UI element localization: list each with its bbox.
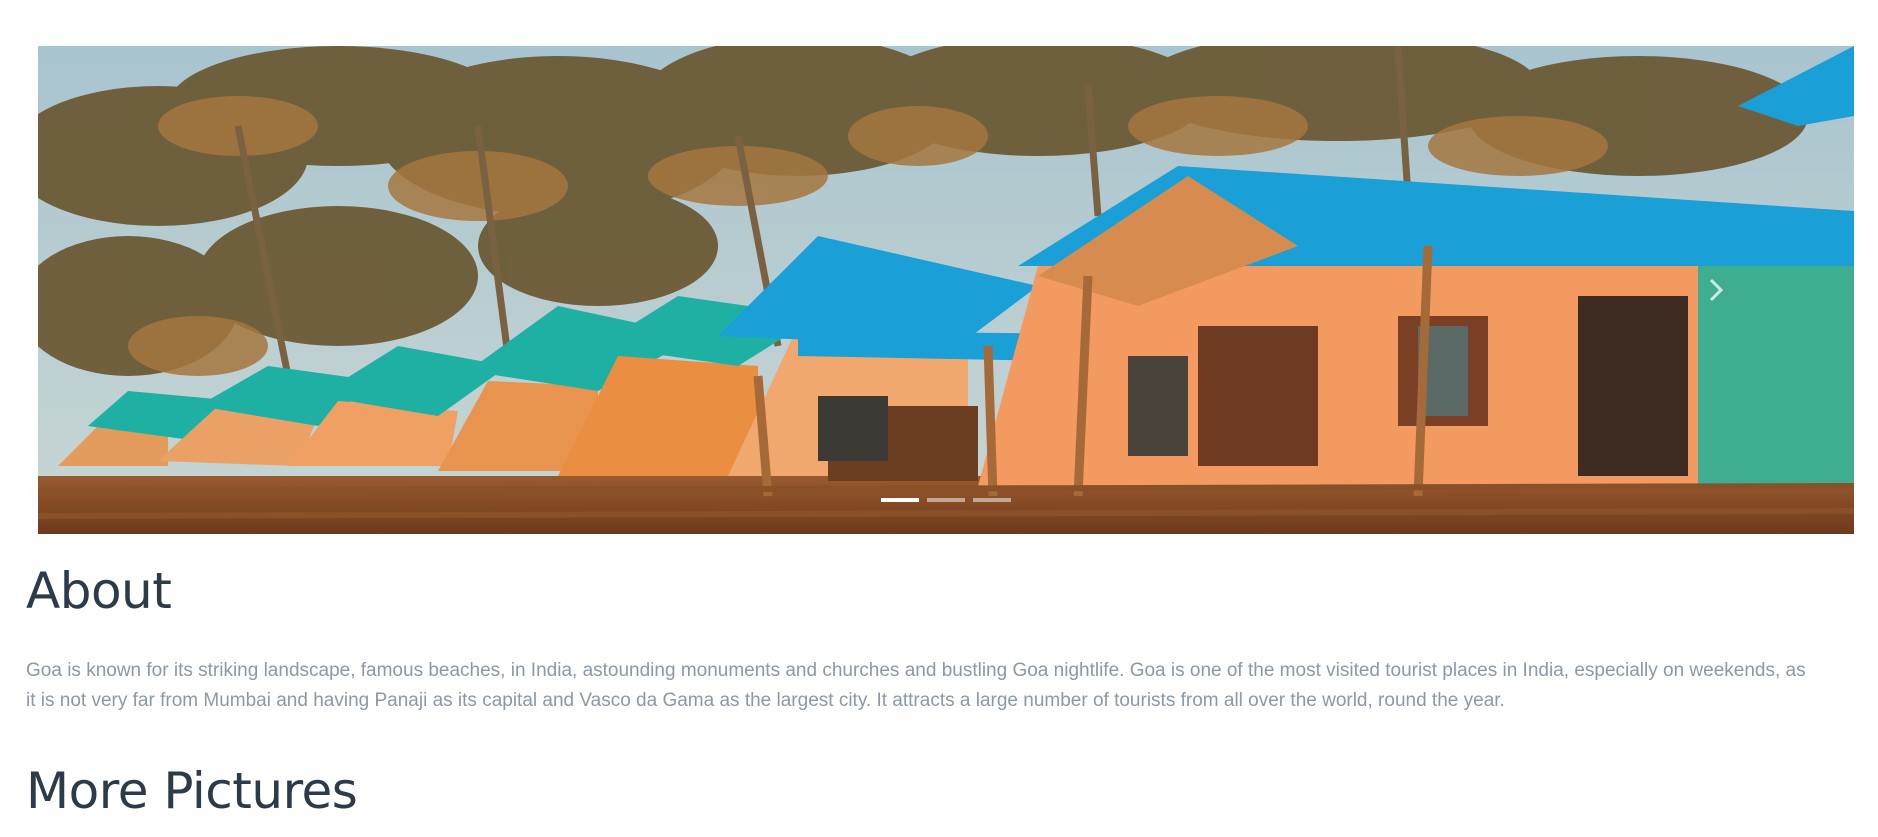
carousel-next-button[interactable] <box>1698 270 1734 310</box>
hero-carousel[interactable] <box>38 46 1854 534</box>
chevron-right-icon <box>1709 278 1724 302</box>
carousel-indicator-3[interactable] <box>973 498 1011 502</box>
carousel-slide-image <box>38 46 1854 534</box>
about-heading: About <box>26 562 172 620</box>
page: About Goa is known for its striking land… <box>0 0 1878 837</box>
more-pictures-heading: More Pictures <box>26 762 358 820</box>
carousel-indicator-1[interactable] <box>881 498 919 502</box>
about-paragraph: Goa is known for its striking landscape,… <box>26 660 1806 711</box>
carousel-indicator-2[interactable] <box>927 498 965 502</box>
carousel-prev-button[interactable] <box>58 270 94 310</box>
carousel-indicators <box>38 498 1854 502</box>
